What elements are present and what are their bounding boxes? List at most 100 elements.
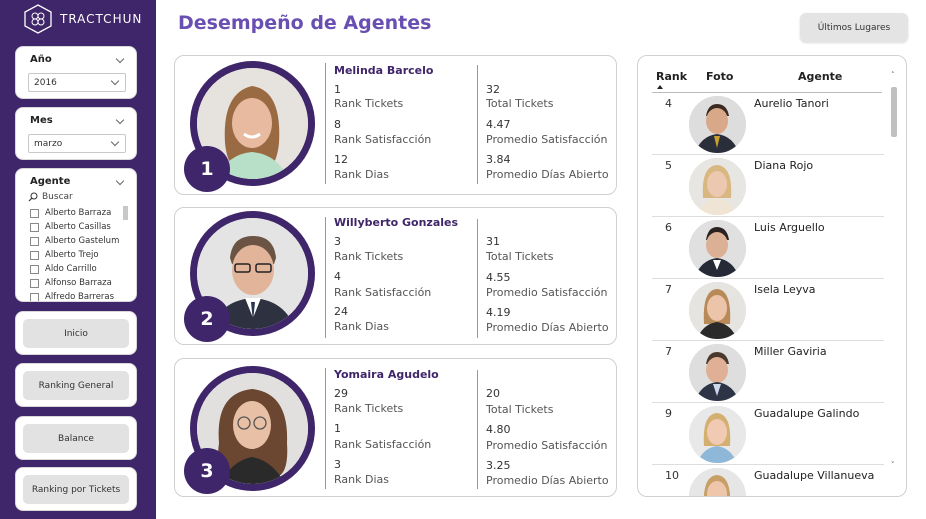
person-male-icon: [689, 96, 746, 153]
divider: [477, 219, 478, 338]
nav-card-ranking-general: Ranking General: [15, 363, 137, 407]
month-filter-label: Mes: [30, 115, 53, 126]
total-tickets-label: Total Tickets: [486, 250, 554, 263]
agent-option[interactable]: Alberto Casillas: [30, 220, 132, 234]
chevron-down-icon[interactable]: [115, 54, 125, 64]
ranking-general-button[interactable]: Ranking General: [23, 371, 129, 400]
row-agent-name: Isela Leyva: [754, 283, 816, 296]
rank-dias-label: Rank Dias: [334, 168, 389, 181]
rank-tickets-label: Rank Tickets: [334, 97, 404, 110]
total-tickets-value: 31: [486, 235, 500, 248]
rank-satisfaccion-value: 8: [334, 118, 341, 131]
chevron-down-icon: [110, 76, 120, 86]
chevron-down-icon[interactable]: [115, 176, 125, 186]
table-row[interactable]: 10 Guadalupe Villanueva: [652, 465, 884, 496]
rank-dias-value: 3: [334, 458, 341, 471]
row-agent-name: Guadalupe Galindo: [754, 407, 860, 420]
row-rank: 7: [665, 345, 672, 358]
checkbox[interactable]: [30, 236, 39, 246]
agent-card-1: 1 Melinda Barcelo 1 Rank Tickets 8 Rank …: [174, 55, 617, 195]
row-rank: 4: [665, 97, 672, 110]
agent-option[interactable]: Alberto Gastelum: [30, 234, 132, 248]
table-row[interactable]: 6 Luis Arguello: [652, 217, 884, 279]
row-agent-name: Miller Gaviria: [754, 345, 827, 358]
promedio-dias-value: 4.19: [486, 306, 511, 319]
checkbox[interactable]: [30, 292, 39, 301]
agent-option[interactable]: Alfonso Barraza: [30, 276, 132, 290]
rank-badge: 3: [184, 448, 230, 494]
nav-card-ranking-tickets: Ranking por Tickets: [15, 467, 137, 511]
ranking-por-tickets-button[interactable]: Ranking por Tickets: [23, 475, 129, 504]
agent-option-label: Alfredo Barreras: [45, 292, 115, 302]
nav-card-inicio: Inicio: [15, 311, 137, 355]
avatar: [689, 282, 746, 339]
promedio-satisfaccion-label: Promedio Satisfacción: [486, 286, 608, 299]
total-tickets-value: 32: [486, 83, 500, 96]
year-select-value: 2016: [34, 78, 57, 88]
promedio-satisfaccion-label: Promedio Satisfacción: [486, 133, 608, 146]
rank-tickets-label: Rank Tickets: [334, 250, 404, 263]
year-select[interactable]: 2016: [28, 73, 126, 92]
rank-badge: 2: [184, 296, 230, 342]
agent-option[interactable]: Alfredo Barreras: [30, 290, 132, 302]
agent-option-label: Aldo Carrillo: [45, 264, 97, 274]
page-title: Desempeño de Agentes: [178, 12, 432, 34]
person-male-icon: [689, 344, 746, 401]
table-scrollbar[interactable]: ˄ ˅: [891, 71, 897, 483]
inicio-button[interactable]: Inicio: [23, 319, 129, 348]
rank-badge: 1: [184, 146, 230, 192]
scrollbar-thumb[interactable]: [891, 87, 897, 137]
agent-option[interactable]: Alberto Trejo: [30, 248, 132, 262]
column-header-foto[interactable]: Foto: [706, 70, 733, 83]
checkbox[interactable]: [30, 278, 39, 288]
agent-option-label: Alfonso Barraza: [45, 278, 112, 288]
checkbox[interactable]: [30, 264, 39, 274]
agent-list-scrollbar[interactable]: [123, 206, 128, 220]
rank-dias-label: Rank Dias: [334, 320, 389, 333]
row-rank: 5: [665, 159, 672, 172]
rank-tickets-label: Rank Tickets: [334, 402, 404, 415]
row-rank: 9: [665, 407, 672, 420]
checkbox[interactable]: [30, 208, 39, 218]
checkbox[interactable]: [30, 250, 39, 260]
ultimos-lugares-button[interactable]: Últimos Lugares: [800, 13, 908, 42]
rank-dias-value: 24: [334, 305, 348, 318]
balance-button[interactable]: Balance: [23, 424, 129, 453]
table-row[interactable]: 7 Miller Gaviria: [652, 341, 884, 403]
column-header-agente[interactable]: Agente: [798, 70, 842, 83]
table-row[interactable]: 7 Isela Leyva: [652, 279, 884, 341]
promedio-dias-label: Promedio Días Abierto: [486, 474, 609, 487]
rank-dias-value: 12: [334, 153, 348, 166]
checkbox[interactable]: [30, 222, 39, 232]
promedio-dias-value: 3.84: [486, 153, 511, 166]
brand-logo: TRACTCHUN: [24, 4, 142, 34]
agent-option-label: Alberto Barraza: [45, 208, 112, 218]
table-row[interactable]: 9 Guadalupe Galindo: [652, 403, 884, 465]
table-row[interactable]: 4 Aurelio Tanori: [652, 93, 884, 155]
sort-ascending-icon: [657, 85, 663, 89]
nav-card-balance: Balance: [15, 416, 137, 460]
table-row[interactable]: 5 Diana Rojo: [652, 155, 884, 217]
scroll-down-icon[interactable]: ˅: [891, 461, 895, 469]
promedio-dias-label: Promedio Días Abierto: [486, 168, 609, 181]
agent-option[interactable]: Alberto Barraza: [30, 206, 132, 220]
divider: [477, 65, 478, 184]
agent-filter: Agente Buscar Alberto Barraza Alberto Ca…: [15, 168, 137, 302]
year-filter: Año 2016: [15, 46, 137, 99]
agent-card-3: 3 Yomaira Agudelo 29 Rank Tickets 1 Rank…: [174, 358, 617, 497]
chevron-down-icon[interactable]: [115, 115, 125, 125]
chevron-down-icon: [110, 137, 120, 147]
rank-tickets-value: 3: [334, 235, 341, 248]
agent-option[interactable]: Aldo Carrillo: [30, 262, 132, 276]
agent-search-input[interactable]: Buscar: [28, 192, 73, 202]
month-select[interactable]: marzo: [28, 134, 126, 153]
promedio-satisfaccion-label: Promedio Satisfacción: [486, 439, 608, 452]
hexagon-logo-icon: [24, 4, 52, 34]
month-filter: Mes marzo: [15, 107, 137, 160]
rank-satisfaccion-label: Rank Satisfacción: [334, 286, 432, 299]
avatar: [689, 344, 746, 401]
column-header-rank[interactable]: Rank: [656, 70, 687, 83]
divider: [477, 370, 478, 489]
avatar: [689, 158, 746, 215]
scroll-up-icon[interactable]: ˄: [891, 71, 895, 79]
